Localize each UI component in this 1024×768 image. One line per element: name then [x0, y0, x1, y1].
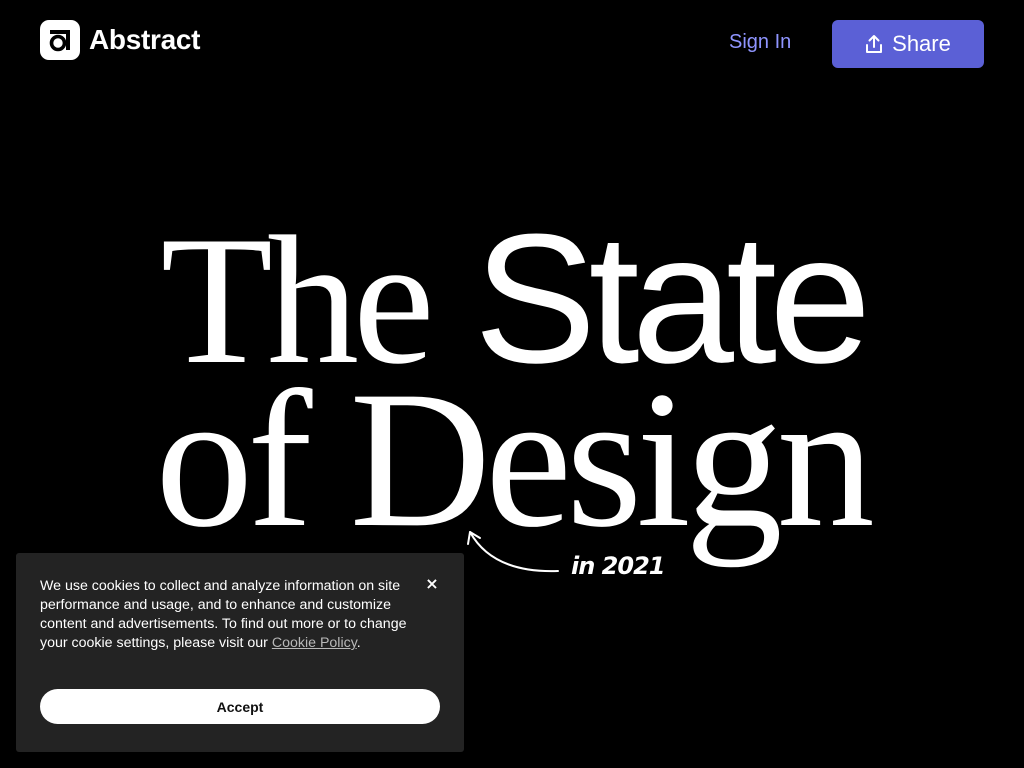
upload-share-icon: [866, 35, 883, 53]
sign-in-link[interactable]: Sign In: [729, 31, 791, 54]
share-button[interactable]: Share: [832, 20, 984, 68]
curved-arrow-icon: [467, 531, 559, 573]
year-annotation: in 2021: [571, 552, 665, 580]
accept-cookies-button[interactable]: Accept: [40, 689, 440, 724]
brand-name: Abstract: [89, 24, 201, 55]
close-icon[interactable]: ×: [420, 573, 444, 593]
cookie-message-period: .: [356, 635, 361, 651]
abstract-logo-icon: [40, 20, 80, 60]
cookie-banner: We use cookies to collect and analyze in…: [16, 553, 464, 752]
page: Abstract Sign In Share The State of Desi…: [0, 0, 1024, 768]
cookie-message: We use cookies to collect and analyze in…: [40, 577, 420, 653]
hero-word-design: Design: [349, 351, 875, 568]
share-button-label: Share: [892, 31, 951, 56]
cookie-policy-link[interactable]: Cookie Policy: [272, 635, 357, 651]
hero-word-of: of: [155, 351, 312, 568]
brand-logo-link[interactable]: Abstract: [40, 20, 200, 60]
